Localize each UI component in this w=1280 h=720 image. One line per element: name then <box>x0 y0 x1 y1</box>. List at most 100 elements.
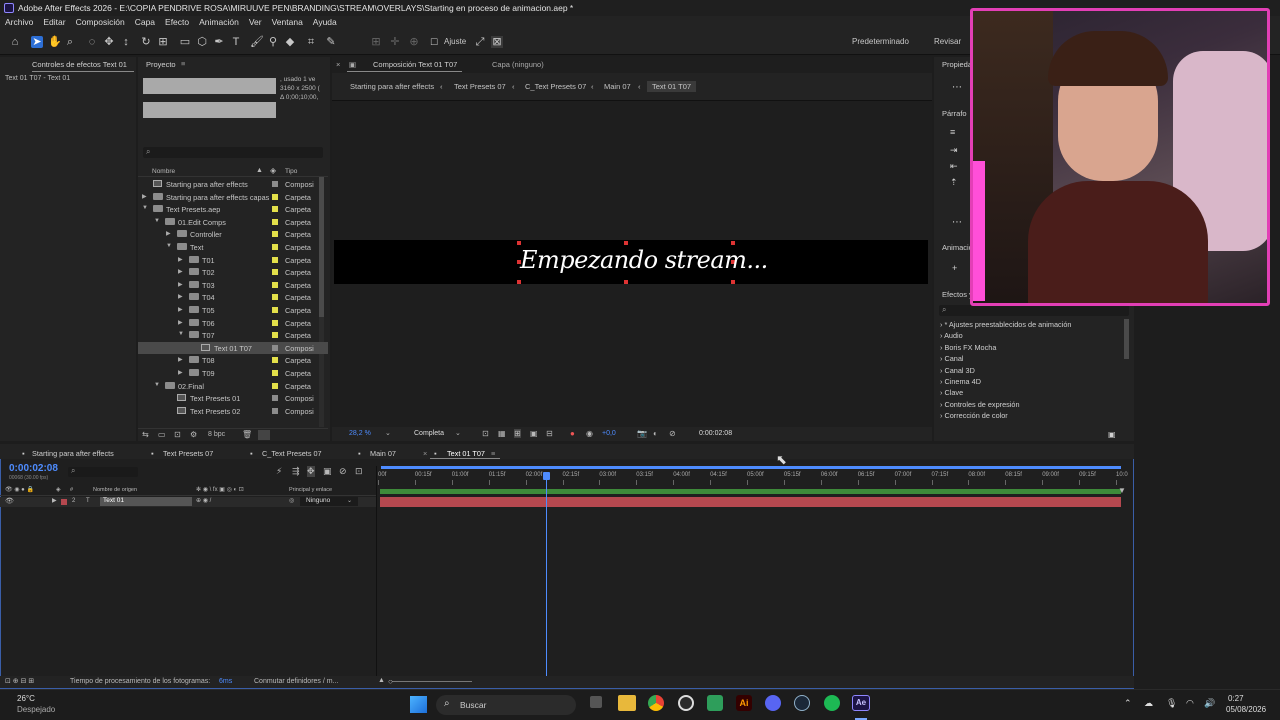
handle[interactable] <box>517 241 521 245</box>
label-swatch[interactable] <box>272 357 278 364</box>
menu-ventana[interactable]: Ventana <box>272 16 303 29</box>
expand-arrow-icon[interactable]: ▶ <box>142 193 147 200</box>
work-area-range[interactable] <box>380 489 1121 494</box>
motion-blur-icon[interactable]: ⚡ <box>276 466 282 477</box>
expand-arrow-icon[interactable]: ▶ <box>178 319 183 326</box>
visibility-col-icon[interactable]: 👁 ◉ ● 🔒 <box>5 486 34 493</box>
menu-archivo[interactable]: Archivo <box>5 16 33 29</box>
spotify-icon[interactable] <box>824 695 840 711</box>
expand-arrow-icon[interactable]: ▶ <box>178 356 183 363</box>
handle[interactable] <box>624 241 628 245</box>
puppet-tool-icon[interactable]: ✎ <box>325 36 337 48</box>
indent-right-icon[interactable]: ⇤ <box>950 161 958 172</box>
new-folder-icon[interactable]: ▭ <box>158 430 166 439</box>
effects-category[interactable]: › Canal 3D <box>940 366 975 375</box>
label-swatch[interactable] <box>272 218 278 225</box>
layer-name[interactable]: Text 01 <box>100 497 192 506</box>
properties-tab[interactable]: Propieda <box>942 60 972 69</box>
layer-tab[interactable]: Capa (ninguno) <box>492 60 544 69</box>
col-type[interactable]: Tipo <box>285 168 297 175</box>
expand-arrow-icon[interactable]: ▶ <box>178 306 183 313</box>
illustrator-icon[interactable]: Ai <box>736 695 752 711</box>
github-icon[interactable] <box>678 695 694 711</box>
effect-controls-tab[interactable]: Controles de efectos Text 01 <box>32 60 127 69</box>
label-swatch[interactable] <box>272 307 278 313</box>
space-before-icon[interactable]: ⇡ <box>950 177 958 188</box>
layer-row[interactable]: 👁 ▶ 2 T Text 01 ⊕ ◉ / ◎ Ninguno ⌄ <box>0 497 376 507</box>
effects-category[interactable]: › Clave <box>940 388 963 397</box>
eye-icon[interactable]: 👁 <box>5 497 14 505</box>
exposure-value[interactable]: +0,0 <box>602 430 616 437</box>
channel-icon[interactable]: ⊘ <box>669 429 676 438</box>
region-icon[interactable]: ▣ <box>530 429 538 438</box>
label-swatch[interactable] <box>272 294 278 301</box>
label-swatch[interactable] <box>272 344 278 351</box>
breadcrumb-c-text-presets[interactable]: C_Text Presets 07 <box>525 81 586 92</box>
project-item[interactable]: Text Presets 02 Composi <box>138 405 328 418</box>
timeline-tab-starting[interactable]: Starting para after effects <box>32 449 114 458</box>
project-item[interactable]: ▼ T07 Carpeta <box>138 329 328 342</box>
menu-ver[interactable]: Ver <box>249 16 262 29</box>
project-item[interactable]: ▶ T01 Carpeta <box>138 254 328 267</box>
shy-icon[interactable]: ✥ <box>307 466 315 477</box>
project-item[interactable]: ▶ T02 Carpeta <box>138 266 328 279</box>
menu-composicion[interactable]: Composición <box>76 16 125 29</box>
snapshot-icon[interactable]: 📷 <box>637 429 647 438</box>
label-swatch[interactable] <box>272 181 278 187</box>
effects-category[interactable]: › Corrección de color <box>940 411 1008 420</box>
label-swatch[interactable] <box>272 269 278 276</box>
breadcrumb-starting[interactable]: Starting para after effects <box>350 81 434 92</box>
indent-icon[interactable]: ⇥ <box>950 145 958 156</box>
new-bin-icon[interactable]: ▣ <box>1108 430 1116 439</box>
discord-icon[interactable] <box>765 695 781 711</box>
snap-checkbox[interactable]: ☐ <box>428 36 440 48</box>
guides-icon[interactable]: ⊟ <box>546 429 553 438</box>
spreadsheet-icon[interactable] <box>707 695 723 711</box>
fit-icon[interactable]: ⊡ <box>482 429 489 438</box>
taskbar-search[interactable]: ⌕ Buscar <box>436 695 576 715</box>
effects-category[interactable]: › Audio <box>940 331 963 340</box>
handle[interactable] <box>731 280 735 284</box>
label-color[interactable] <box>61 499 67 505</box>
resolution-dropdown-icon[interactable]: ⌄ <box>455 429 461 437</box>
close-tab-icon[interactable]: × <box>423 449 427 458</box>
tray-chevron-icon[interactable]: ⌃ <box>1124 698 1132 709</box>
workspace-review[interactable]: Revisar <box>934 37 961 46</box>
color-management-icon[interactable]: ◉ <box>586 429 593 438</box>
volume-icon[interactable]: 🔊 <box>1204 698 1215 709</box>
timeline-search-input[interactable]: ⌕ <box>68 466 138 477</box>
new-comp-icon[interactable]: ⊡ <box>174 430 181 439</box>
label-swatch[interactable] <box>272 332 278 339</box>
handle[interactable] <box>624 280 628 284</box>
paragraph-tab[interactable]: Párrafo <box>942 109 967 118</box>
project-tab[interactable]: Proyecto <box>146 60 176 69</box>
graph-editor-icon[interactable]: ⊘ <box>339 466 347 477</box>
expand-arrow-icon[interactable]: ▼ <box>154 382 160 388</box>
more-icon[interactable]: ⋯ <box>952 82 962 93</box>
timeline-zoom-slider[interactable] <box>392 681 472 682</box>
axis-icon[interactable]: ✛ <box>389 36 401 48</box>
project-item[interactable]: ▼ 01.Edit Comps Carpeta <box>138 216 328 229</box>
effects-category[interactable]: › * Ajustes preestablecidos de animación <box>940 320 1071 329</box>
type-tool-icon[interactable]: T <box>230 36 242 48</box>
project-item[interactable]: Text 01 T07 Composi <box>138 341 328 355</box>
snap-extra-icon[interactable]: ⊠ <box>491 36 503 48</box>
eraser-tool-icon[interactable]: ◆ <box>284 36 296 48</box>
expand-arrow-icon[interactable]: ▼ <box>154 218 160 224</box>
align-left-icon[interactable]: ≡ <box>950 127 955 137</box>
zoom-level[interactable]: 28,2 % <box>349 430 371 437</box>
parent-col[interactable]: Principal y enlace <box>289 487 332 493</box>
project-item[interactable]: ▼ Text Carpeta <box>138 241 328 254</box>
clock-time[interactable]: 0:27 <box>1228 694 1244 703</box>
timeline-timecode[interactable]: 0:00:02:08 <box>9 463 58 474</box>
mask-toggle-icon[interactable]: ⊞ <box>514 429 521 438</box>
weather-text[interactable]: Despejado <box>17 705 55 714</box>
expand-arrow-icon[interactable]: ▶ <box>178 268 183 275</box>
file-explorer-icon[interactable] <box>618 695 636 711</box>
label-swatch[interactable] <box>272 319 278 326</box>
expand-arrow-icon[interactable]: ▶ <box>52 497 57 504</box>
task-view-icon[interactable] <box>590 696 602 708</box>
project-item[interactable]: ▶ T06 Carpeta <box>138 317 328 330</box>
effects-category[interactable]: › Cinema 4D <box>940 377 981 386</box>
project-item[interactable]: ▼ 02.Final Carpeta <box>138 380 328 393</box>
